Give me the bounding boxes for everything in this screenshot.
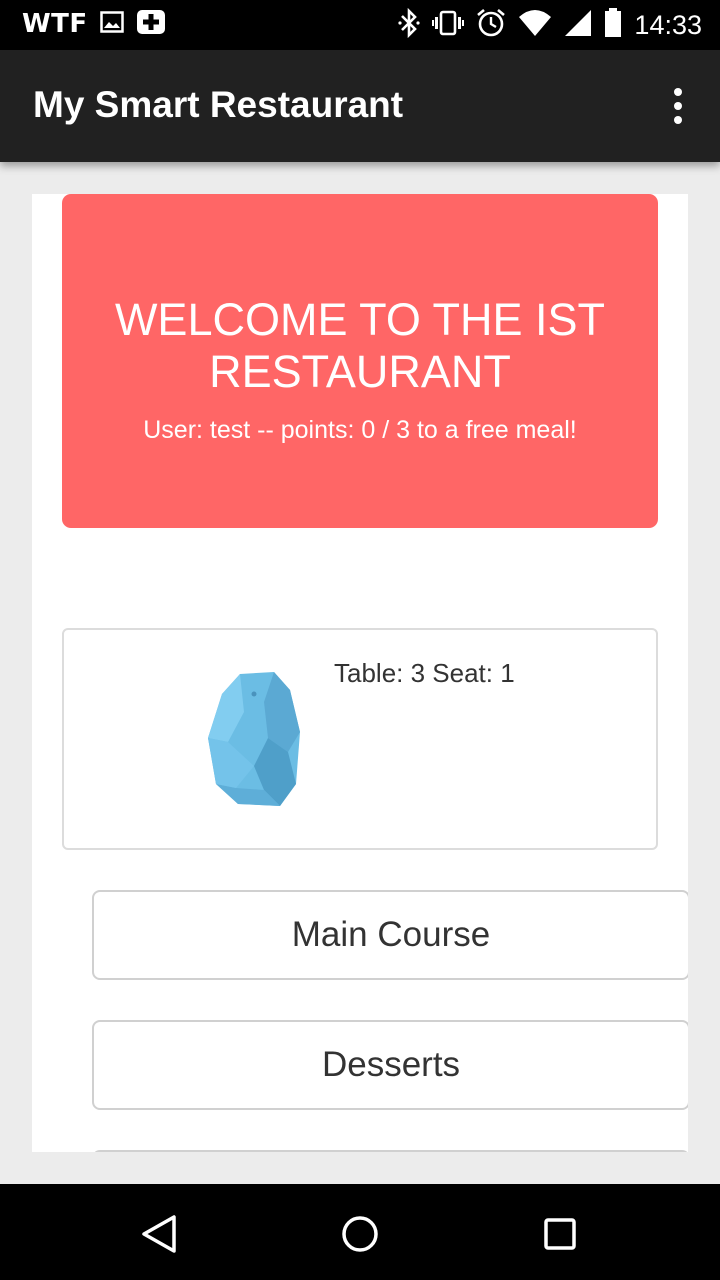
carrier-name: WTF: [22, 9, 88, 39]
alarm-icon: [476, 8, 506, 42]
vibrate-icon: [432, 9, 465, 41]
image-icon: [99, 11, 124, 37]
table-seat-label: Table: 3 Seat: 1: [334, 658, 515, 688]
status-right: 14:33: [398, 7, 702, 42]
main-course-button[interactable]: Main Course: [92, 890, 688, 980]
welcome-subtitle: User: test -- points: 0 / 3 to a free me…: [143, 416, 577, 444]
bluetooth-icon: [398, 7, 421, 42]
status-bar: WTF 14:33: [0, 0, 720, 50]
recents-icon[interactable]: [538, 1212, 582, 1256]
overflow-menu-icon[interactable]: [672, 88, 684, 124]
app-title: My Smart Restaurant: [33, 84, 404, 125]
main-content[interactable]: WELCOME TO THE IST RESTAURANT User: test…: [32, 194, 688, 1152]
clock: 14:33: [634, 9, 702, 40]
battery-icon: [604, 8, 622, 42]
table-card: Table: 3 Seat: 1: [62, 628, 658, 850]
wifi-icon: [518, 9, 552, 41]
app-bar: My Smart Restaurant: [0, 50, 720, 162]
plus-icon: [136, 9, 166, 39]
signal-icon: [564, 9, 592, 41]
next-menu-button[interactable]: [92, 1150, 688, 1152]
welcome-title: WELCOME TO THE IST RESTAURANT: [114, 294, 606, 397]
welcome-banner: WELCOME TO THE IST RESTAURANT User: test…: [62, 194, 658, 528]
home-icon[interactable]: [338, 1212, 382, 1256]
desserts-button[interactable]: Desserts: [92, 1020, 688, 1110]
status-left: WTF: [22, 9, 166, 39]
beacon-icon: [208, 672, 302, 812]
nav-bar: [0, 1184, 720, 1280]
back-icon[interactable]: [138, 1212, 182, 1256]
